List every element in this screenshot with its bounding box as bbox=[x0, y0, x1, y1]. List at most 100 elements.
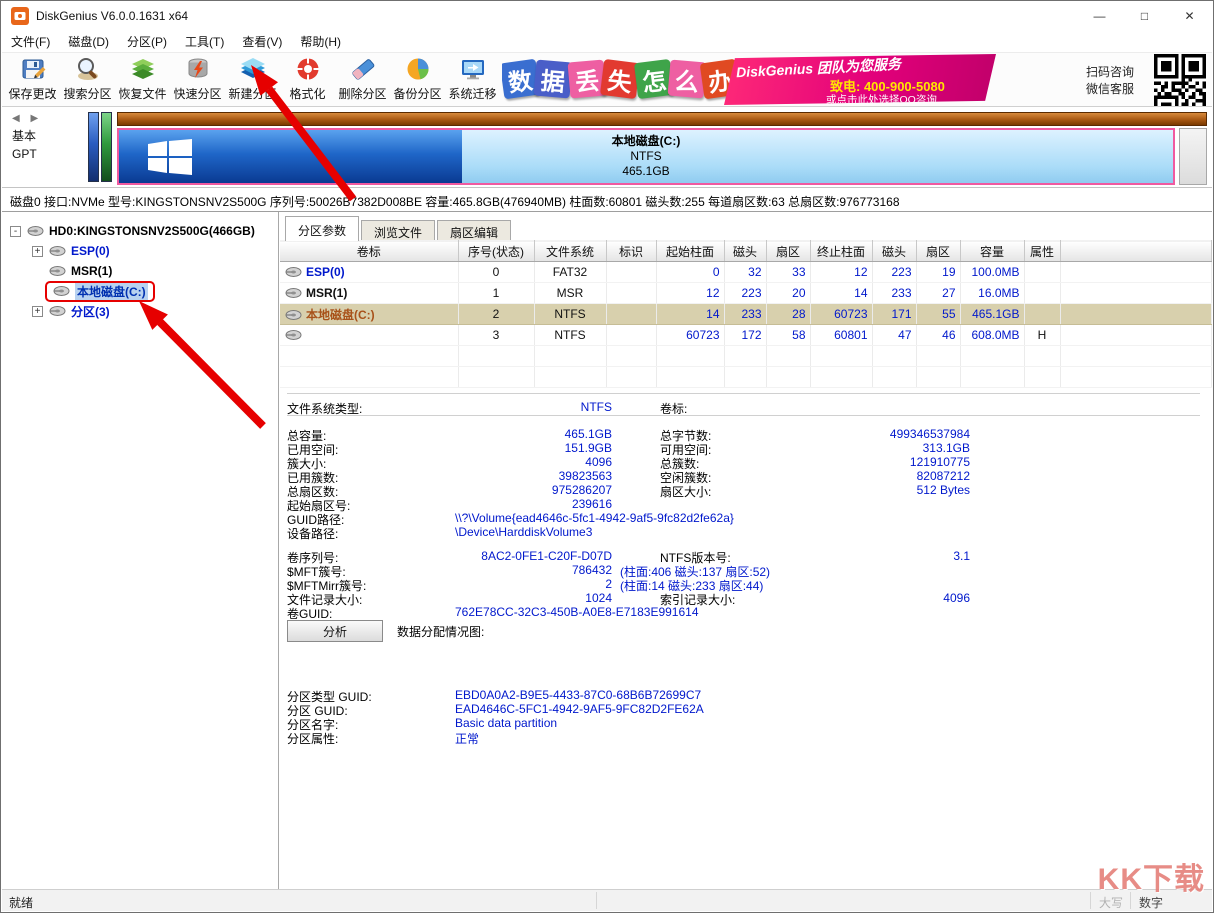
table-cell: H bbox=[1024, 324, 1061, 346]
qr-code-icon bbox=[1154, 54, 1206, 106]
tree-item-disk-hd0[interactable]: - HD0:KINGSTONSNV2S500G(466GB) bbox=[2, 221, 278, 241]
expand-expander-icon[interactable]: + bbox=[32, 305, 43, 317]
table-cell: 1 bbox=[458, 282, 535, 304]
tree-item-partition-3[interactable]: + 分区(3) bbox=[2, 301, 278, 321]
detail-value: 3.1 bbox=[953, 549, 970, 563]
table-cell: 20 bbox=[766, 282, 811, 304]
menu-item[interactable]: 工具(T) bbox=[176, 30, 233, 53]
partition-icon bbox=[284, 286, 306, 300]
table-cell bbox=[606, 282, 657, 304]
table-cell: 32 bbox=[724, 261, 767, 283]
table-cell bbox=[280, 366, 459, 388]
tree-item-msr[interactable]: +MSR(1) bbox=[2, 261, 278, 281]
detail-label: 卷标: bbox=[660, 402, 688, 416]
table-cell bbox=[960, 345, 1025, 367]
next-disk-icon[interactable]: ▶ bbox=[30, 113, 42, 124]
partition-bar-esp[interactable] bbox=[88, 112, 99, 182]
table-cell: 3 bbox=[458, 324, 535, 346]
expand-expander-icon[interactable]: + bbox=[32, 245, 43, 257]
table-cell: 172 bbox=[724, 324, 767, 346]
disk-info-line: 磁盘0 接口:NVMe 型号:KINGSTONSNV2S500G 序列号:500… bbox=[2, 188, 1212, 212]
close-button[interactable]: ✕ bbox=[1167, 1, 1212, 31]
detail-row: 卷GUID: 762E78CC-32C3-450B-A0E8-E7183E9916… bbox=[280, 605, 1212, 621]
collapse-expander-icon[interactable]: - bbox=[10, 225, 21, 237]
table-cell bbox=[810, 345, 873, 367]
partition-bar-c-drive[interactable]: 本地磁盘(C:) NTFS 465.1GB bbox=[117, 128, 1175, 185]
quick-partition-button[interactable]: 快速分区 bbox=[170, 53, 225, 107]
menu-item[interactable]: 分区(P) bbox=[118, 30, 176, 53]
table-cell: 223 bbox=[872, 261, 917, 283]
promo-banner[interactable]: 数据丢失怎么办 DiskGenius 团队为您服务 致电: 400-900-50… bbox=[502, 53, 998, 106]
search-partition-button[interactable]: 搜索分区 bbox=[60, 53, 115, 107]
qr-area: 扫码咨询 微信客服 bbox=[1086, 54, 1208, 107]
tree-item-c-drive[interactable]: +本地磁盘(C:) bbox=[2, 280, 278, 302]
tree-item-esp[interactable]: + ESP(0) bbox=[2, 241, 278, 261]
table-cell bbox=[872, 345, 917, 367]
column-header[interactable]: 扇区 bbox=[916, 240, 961, 262]
detail-value: 313.1GB bbox=[922, 441, 970, 455]
menu-item[interactable]: 查看(V) bbox=[233, 30, 291, 53]
prev-disk-icon[interactable]: ◀ bbox=[12, 113, 24, 124]
table-row[interactable]: MSR(1) 1 MSR 12 223 20 14 233 27 16.0MB bbox=[280, 282, 1212, 304]
column-header[interactable]: 序号(状态) bbox=[458, 240, 535, 262]
column-header[interactable]: 终止柱面 bbox=[810, 240, 873, 262]
column-header[interactable]: 扇区 bbox=[766, 240, 811, 262]
table-row[interactable]: 3 NTFS 60723 172 58 60801 47 46 608.0MB H bbox=[280, 324, 1212, 346]
table-cell: FAT32 bbox=[534, 261, 607, 283]
save-changes-button[interactable]: 保存更改 bbox=[5, 53, 60, 107]
column-header[interactable]: 容量 bbox=[960, 240, 1025, 262]
detail-value: 512 Bytes bbox=[916, 483, 970, 497]
table-cell: 223 bbox=[724, 282, 767, 304]
column-header[interactable]: 属性 bbox=[1024, 240, 1061, 262]
tree-item-wrap: 分区(3) bbox=[48, 303, 110, 320]
partition-bar-msr[interactable] bbox=[101, 112, 112, 182]
table-cell bbox=[656, 366, 725, 388]
backup-partition-button[interactable]: 备份分区 bbox=[390, 53, 445, 107]
guid-detail-row: 分区类型 GUID: EBD0A0A2-B9E5-4433-87C0-68B6B7… bbox=[280, 688, 1212, 704]
menu-item[interactable]: 文件(F) bbox=[2, 30, 59, 53]
partition-icon bbox=[284, 265, 306, 279]
migrate-icon bbox=[460, 56, 486, 82]
partition-icon bbox=[284, 308, 306, 322]
table-cell bbox=[724, 345, 767, 367]
partition-icon bbox=[284, 328, 306, 342]
recover-icon bbox=[130, 56, 156, 82]
column-header[interactable]: 磁头 bbox=[724, 240, 767, 262]
table-row[interactable]: ESP(0) 0 FAT32 0 32 33 12 223 19 100.0MB bbox=[280, 261, 1212, 283]
column-header[interactable]: 文件系统 bbox=[534, 240, 607, 262]
detail-row: 总容量: 465.1GB 总字节数: 499346537984 bbox=[280, 427, 1212, 443]
format-button[interactable]: 格式化 bbox=[280, 53, 335, 107]
minimize-button[interactable]: — bbox=[1077, 1, 1122, 31]
disk-nav: ◀ ▶ 基本 GPT bbox=[12, 113, 82, 161]
maximize-button[interactable]: □ bbox=[1122, 1, 1167, 31]
detail-row: $MFTMirr簇号: 2 (柱面:14 磁头:233 扇区:44) bbox=[280, 577, 1212, 593]
disk-icon bbox=[26, 225, 44, 237]
partition-bar-recovery[interactable] bbox=[1179, 128, 1207, 185]
detail-row: 卷序列号: 8AC2-0FE1-C20F-D07D NTFS版本号: 3.1 bbox=[280, 549, 1212, 565]
delete-partition-button[interactable]: 删除分区 bbox=[335, 53, 390, 107]
promo-qq-link[interactable]: 或点击此处选择QQ咨询 bbox=[826, 92, 937, 105]
system-migration-button[interactable]: 系统迁移 bbox=[445, 53, 500, 107]
tab-bar: 分区参数 浏览文件 扇区编辑 bbox=[285, 215, 513, 241]
tab-browse-files[interactable]: 浏览文件 bbox=[361, 220, 436, 241]
new-partition-button[interactable]: 新建分区 bbox=[225, 53, 280, 107]
detail-row: 总扇区数: 975286207 扇区大小: 512 Bytes bbox=[280, 483, 1212, 499]
toolbar: 保存更改 搜索分区 恢复文件 快速分区 新建分区 格式化 删除分区 备份分区 系统迁移 数据丢失… bbox=[2, 53, 1212, 107]
recover-files-button[interactable]: 恢复文件 bbox=[115, 53, 170, 107]
menu-item[interactable]: 磁盘(D) bbox=[59, 30, 118, 53]
detail-value: \\?\Volume{ead4646c-5fc1-4942-9af5-9fc82… bbox=[455, 511, 734, 525]
tab-sector-edit[interactable]: 扇区编辑 bbox=[437, 220, 512, 241]
column-header[interactable]: 卷标 bbox=[280, 240, 459, 262]
analyze-button[interactable]: 分析 bbox=[287, 620, 383, 642]
column-header[interactable]: 标识 bbox=[606, 240, 657, 262]
table-row[interactable]: 本地磁盘(C:) 2 NTFS 14 233 28 60723 171 55 465.1GB bbox=[280, 303, 1212, 325]
guid-detail-row: 分区属性: 正常 bbox=[280, 730, 1212, 746]
menu-item[interactable]: 帮助(H) bbox=[291, 30, 350, 53]
tree-item-label: MSR(1) bbox=[71, 264, 113, 278]
table-cell bbox=[1060, 345, 1212, 367]
detail-value: 4096 bbox=[585, 455, 612, 469]
caps-indicator: 大写 bbox=[1099, 896, 1124, 910]
column-header[interactable]: 磁头 bbox=[872, 240, 917, 262]
tab-partition-params[interactable]: 分区参数 bbox=[285, 216, 360, 241]
column-header[interactable]: 起始柱面 bbox=[656, 240, 725, 262]
